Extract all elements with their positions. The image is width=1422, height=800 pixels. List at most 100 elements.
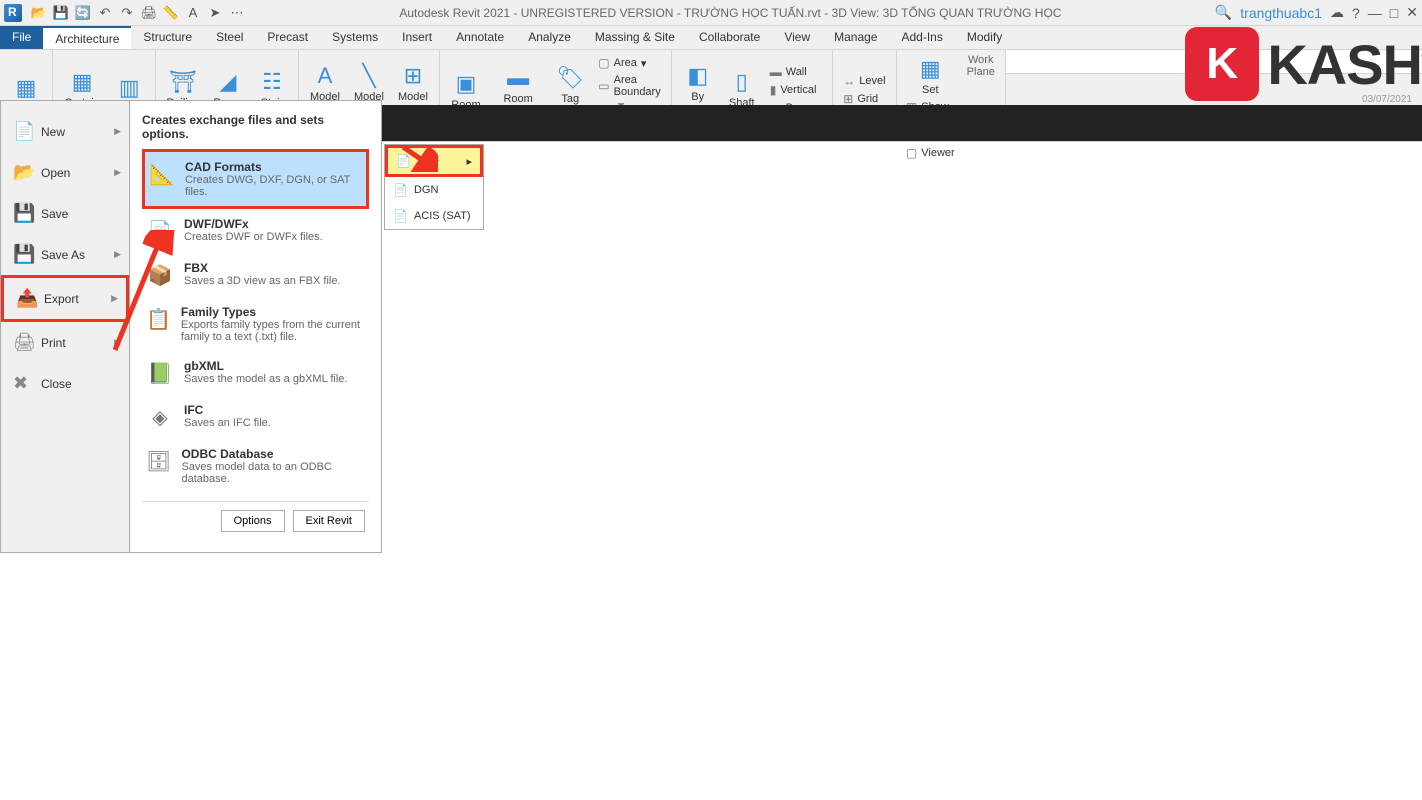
fm-dwf[interactable]: 📄DWF/DWFxCreates DWF or DWFx files.	[142, 209, 369, 253]
vert-icon: ▮	[770, 83, 777, 97]
fm-save[interactable]: 💾Save	[1, 193, 129, 234]
grid-icon: ⊞	[843, 92, 853, 106]
rsep-icon: ▬	[507, 65, 529, 91]
btn-wall-open[interactable]: ▬Wall	[766, 63, 827, 81]
tab-massing[interactable]: Massing & Site	[583, 26, 687, 49]
abound-icon: ▭	[598, 79, 609, 93]
open-icon: 📂	[13, 162, 33, 183]
tab-precast[interactable]: Precast	[255, 26, 320, 49]
watermark-logo: K	[1185, 27, 1259, 101]
fm-ifc[interactable]: ◈IFCSaves an IFC file.	[142, 395, 369, 439]
sat-icon: 📄	[393, 209, 408, 223]
tab-addins[interactable]: Add-Ins	[889, 26, 954, 49]
close-file-icon: ✖	[13, 373, 33, 394]
maximize-icon[interactable]: □	[1390, 5, 1398, 21]
mline-icon: ╲	[362, 63, 375, 89]
print-icon: 🖨	[13, 332, 33, 353]
arrow-icon[interactable]: ➤	[206, 4, 224, 22]
btn-area-boundary[interactable]: ▭Area Boundary	[594, 72, 664, 100]
tab-collaborate[interactable]: Collaborate	[687, 26, 772, 49]
stair-icon: ☷	[262, 69, 282, 95]
export-icon: 📤	[16, 288, 36, 309]
cad-icon: 📐	[149, 160, 175, 188]
fm-gbxml[interactable]: 📗gbXMLSaves the model as a gbXML file.	[142, 351, 369, 395]
wall-icon: ▬	[770, 65, 782, 79]
revit-logo	[4, 4, 22, 22]
quick-access-toolbar[interactable]: 📂 💾 🔄 ↶ ↷ 🖨 📏 A ➤ ⋯	[30, 4, 246, 22]
fm-fbx[interactable]: 📦FBXSaves a 3D view as an FBX file.	[142, 253, 369, 297]
byface-icon: ◧	[687, 63, 708, 89]
file-menu: 📄New▶ 📂Open▶ 💾Save 💾Save As▶ 📤Export▶ 🖨P…	[0, 100, 382, 553]
ribbon: ▦WG ▦Curtain Grid ▥Mullion ⛩Railing ◢Ram…	[0, 50, 1422, 142]
btn-viewer[interactable]: ▢Viewer	[902, 144, 959, 162]
watermark-text: KASH	[1267, 32, 1422, 97]
btn-area[interactable]: ▢Area ▾	[594, 54, 664, 72]
fm-family[interactable]: 📋Family TypesExports family types from t…	[142, 297, 369, 351]
redo-icon[interactable]: ↷	[118, 4, 136, 22]
ramp-icon: ◢	[220, 69, 237, 95]
measure-icon[interactable]: 📏	[162, 4, 180, 22]
rtag-icon: 🏷	[556, 65, 584, 91]
fm-close[interactable]: ✖Close	[1, 363, 129, 404]
mtext-icon: A	[318, 63, 333, 89]
title-bar: 📂 💾 🔄 ↶ ↷ 🖨 📏 A ➤ ⋯ Autodesk Revit 2021 …	[0, 0, 1422, 26]
tab-structure[interactable]: Structure	[131, 26, 204, 49]
search-icon[interactable]: 🔍	[1215, 4, 1232, 21]
close-icon[interactable]: ✕	[1406, 4, 1418, 21]
curtain-icon: ▦	[72, 69, 93, 95]
tab-architecture[interactable]: Architecture	[43, 26, 131, 49]
more-icon[interactable]: ⋯	[228, 4, 246, 22]
open-icon[interactable]: 📂	[30, 4, 48, 22]
minimize-icon[interactable]: —	[1368, 5, 1382, 21]
tab-analyze[interactable]: Analyze	[516, 26, 583, 49]
railing-icon: ⛩	[169, 69, 197, 95]
btn-level[interactable]: ↔Level	[839, 72, 889, 90]
tab-systems[interactable]: Systems	[320, 26, 390, 49]
level-icon: ↔	[843, 74, 855, 88]
new-icon: 📄	[13, 121, 33, 142]
tab-steel[interactable]: Steel	[204, 26, 255, 49]
tab-file[interactable]: File	[0, 26, 43, 49]
cloud-icon[interactable]: ☁	[1330, 4, 1344, 21]
save-icon[interactable]: 💾	[52, 4, 70, 22]
sync-icon[interactable]: 🔄	[74, 4, 92, 22]
btn-exit-revit[interactable]: Exit Revit	[293, 510, 365, 532]
btn-vertical[interactable]: ▮Vertical	[766, 81, 827, 99]
area-icon: ▢	[598, 56, 609, 70]
room-icon: ▣	[456, 71, 477, 97]
watermark: K KASH	[1185, 27, 1422, 101]
window-title: Autodesk Revit 2021 - UNREGISTERED VERSI…	[246, 6, 1215, 20]
shaft-icon: ▯	[736, 69, 748, 95]
odbc-icon: 🗄	[146, 447, 171, 475]
tab-manage[interactable]: Manage	[822, 26, 889, 49]
gbx-icon: 📗	[146, 359, 174, 387]
text-icon[interactable]: A	[184, 4, 202, 22]
mullion-icon: ▥	[119, 75, 140, 101]
dgn-icon: 📄	[393, 183, 408, 197]
save-icon: 💾	[13, 203, 33, 224]
cad-sat[interactable]: 📄ACIS (SAT)	[385, 203, 483, 229]
tab-modify[interactable]: Modify	[955, 26, 1014, 49]
btn-options[interactable]: Options	[221, 510, 285, 532]
tab-insert[interactable]: Insert	[390, 26, 444, 49]
wg-icon: ▦	[16, 75, 37, 101]
fm-header: Creates exchange files and sets options.	[142, 113, 369, 141]
ifc-icon: ◈	[146, 403, 174, 431]
fm-cad-formats[interactable]: 📐 CAD FormatsCreates DWG, DXF, DGN, or S…	[142, 149, 369, 209]
annotation-arrow-2	[398, 142, 438, 175]
viewer-icon: ▢	[906, 146, 917, 160]
cad-dgn[interactable]: 📄DGN	[385, 177, 483, 203]
tab-annotate[interactable]: Annotate	[444, 26, 516, 49]
fm-new[interactable]: 📄New▶	[1, 111, 129, 152]
mgroup-icon: ⊞	[404, 63, 422, 89]
undo-icon[interactable]: ↶	[96, 4, 114, 22]
set-icon: ▦	[920, 56, 941, 82]
user-name[interactable]: trangthuabc1	[1240, 5, 1322, 21]
fm-odbc[interactable]: 🗄ODBC DatabaseSaves model data to an ODB…	[142, 439, 369, 493]
help-icon[interactable]: ?	[1352, 5, 1360, 21]
print-icon[interactable]: 🖨	[140, 4, 158, 22]
annotation-arrow-1	[105, 230, 175, 363]
tab-view[interactable]: View	[772, 26, 822, 49]
fm-open[interactable]: 📂Open▶	[1, 152, 129, 193]
saveas-icon: 💾	[13, 244, 33, 265]
